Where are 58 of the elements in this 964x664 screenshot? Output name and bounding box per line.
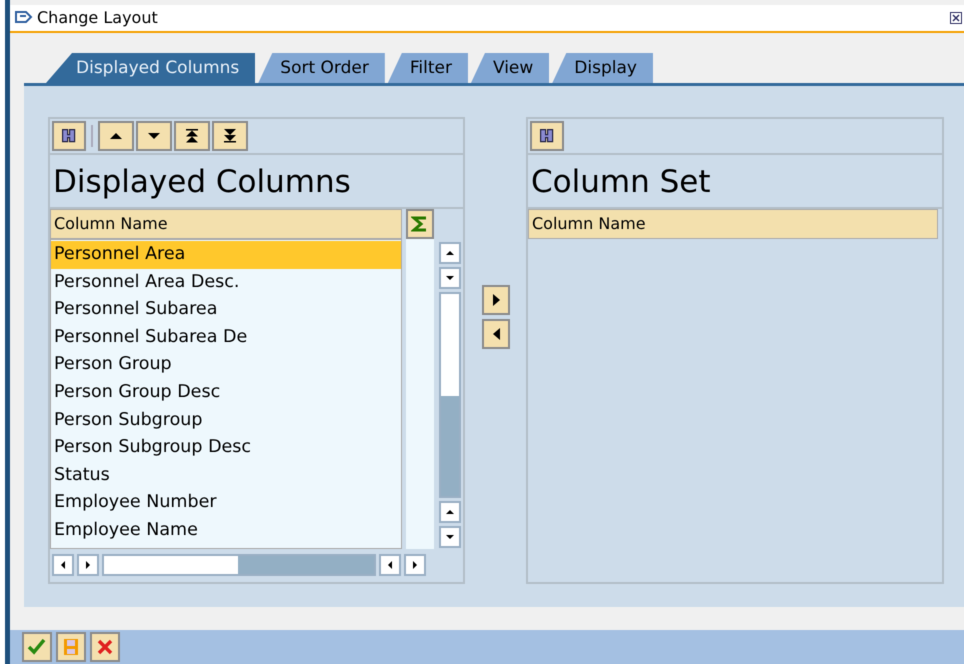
move-bottom-button[interactable]: [212, 121, 248, 151]
scroll-up-button[interactable]: [439, 242, 461, 264]
right-arrow-icon: [410, 560, 420, 570]
up-arrow-icon: [110, 133, 122, 139]
list-item[interactable]: Person Subgroup Desc: [51, 434, 401, 462]
right-arrow-icon: [83, 560, 93, 570]
add-column-button[interactable]: [482, 319, 510, 349]
tab[interactable]: Displayed Columns: [46, 53, 256, 83]
list-item[interactable]: Status: [51, 462, 401, 490]
scrollbar-thumb[interactable]: [238, 556, 374, 574]
column-header[interactable]: Column Name: [528, 209, 938, 239]
move-top-button[interactable]: [174, 121, 210, 151]
scroll-left-button[interactable]: [379, 554, 401, 576]
bottom-arrow-icon: [224, 129, 236, 143]
list-item[interactable]: Personnel Area: [51, 241, 401, 269]
binoculars-icon: [62, 128, 76, 144]
window-icon: [14, 10, 34, 26]
up-arrow-icon: [445, 507, 455, 517]
find-button[interactable]: [52, 121, 86, 151]
window-title: Change Layout: [37, 7, 158, 29]
save-button[interactable]: [56, 632, 86, 662]
confirm-button[interactable]: [22, 632, 52, 662]
tab[interactable]: Filter: [388, 53, 468, 83]
tab[interactable]: View: [470, 53, 550, 83]
scroll-left-button[interactable]: [52, 554, 74, 576]
list-item[interactable]: Person Group: [51, 351, 401, 379]
list-item[interactable]: Person Subgroup: [51, 406, 401, 434]
list-item[interactable]: Employee Number: [51, 489, 401, 517]
remove-column-button[interactable]: [482, 285, 510, 315]
list-item[interactable]: Personnel Area Desc.: [51, 268, 401, 296]
scroll-down-button[interactable]: [439, 526, 461, 548]
list-item[interactable]: Personnel Subarea De: [51, 324, 401, 352]
sum-button[interactable]: [406, 209, 434, 239]
down-arrow-icon: [148, 133, 160, 139]
scroll-down-button[interactable]: [439, 267, 461, 289]
list-item[interactable]: Employee Name: [51, 516, 401, 545]
scroll-up-button[interactable]: [439, 501, 461, 523]
top-arrow-icon: [186, 129, 198, 143]
scroll-right-button[interactable]: [404, 554, 426, 576]
cross-icon: [95, 637, 115, 657]
move-down-button[interactable]: [136, 121, 172, 151]
scrollbar-thumb[interactable]: [441, 396, 459, 496]
close-icon[interactable]: [950, 12, 962, 24]
sigma-icon: [411, 215, 429, 233]
up-arrow-icon: [445, 248, 455, 258]
list-item[interactable]: Personnel Subarea: [51, 296, 401, 324]
down-arrow-icon: [445, 532, 455, 542]
scroll-right-button[interactable]: [77, 554, 99, 576]
column-header[interactable]: Column Name: [50, 209, 402, 239]
tab[interactable]: Sort Order: [258, 53, 385, 83]
cancel-button[interactable]: [90, 632, 120, 662]
down-arrow-icon: [445, 273, 455, 283]
checkmark-icon: [27, 637, 47, 657]
find-button[interactable]: [530, 121, 564, 151]
list-item[interactable]: Person Group Desc: [51, 378, 401, 407]
binoculars-icon: [540, 128, 554, 144]
tab[interactable]: Display: [552, 53, 653, 83]
move-up-button[interactable]: [98, 121, 134, 151]
